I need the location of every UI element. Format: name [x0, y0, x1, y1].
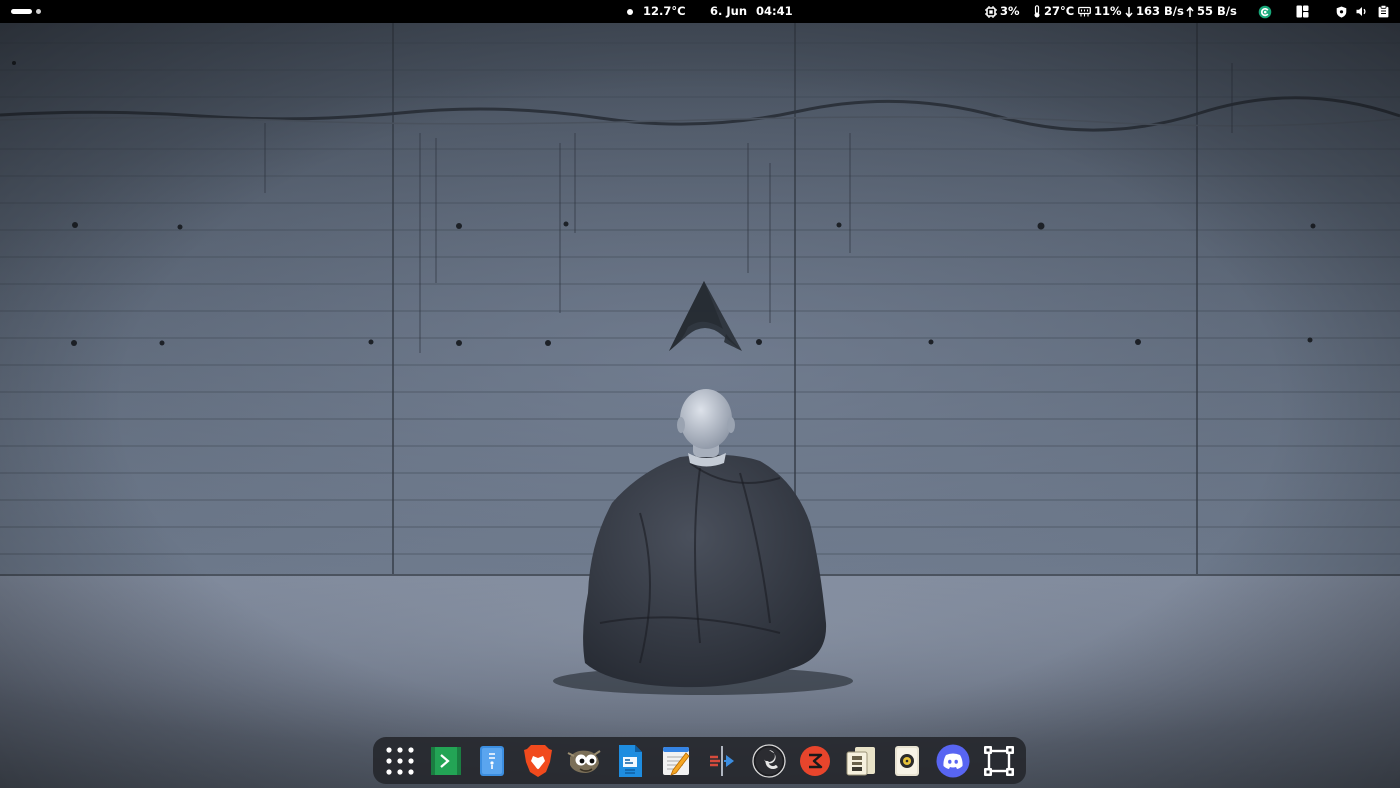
- gimp-icon: [567, 749, 601, 773]
- workspace-indicator-active[interactable]: [11, 9, 32, 14]
- dock-app-meld[interactable]: [702, 741, 742, 781]
- clock[interactable]: 6. Jun 04:41: [710, 0, 793, 23]
- dock-app-rhythmbox[interactable]: [887, 741, 927, 781]
- download-arrow-icon: [1125, 6, 1133, 18]
- tiling-layout-icon: [1296, 5, 1309, 18]
- brave-lion-icon: [524, 744, 553, 777]
- volume-control[interactable]: [1356, 0, 1371, 23]
- memory-icon: [1078, 6, 1091, 17]
- weather-temperature[interactable]: 12.7°C: [643, 0, 686, 23]
- dock-app-window-manager[interactable]: [979, 741, 1019, 781]
- dock-app-archive-manager[interactable]: [841, 741, 881, 781]
- thermometer-icon: [1034, 5, 1040, 18]
- red-circle-app-icon: [799, 745, 830, 776]
- file-manager-icon: [480, 745, 505, 776]
- cpu-icon: [985, 5, 997, 18]
- diff-compare-icon: [710, 745, 735, 776]
- layout-switcher[interactable]: [1296, 0, 1312, 23]
- vpn-status[interactable]: [1336, 0, 1350, 23]
- cpu-value: 3%: [1000, 4, 1020, 18]
- archive-icon: [846, 746, 875, 775]
- terminal-icon: [431, 746, 462, 775]
- dock-app-text-editor[interactable]: [656, 741, 696, 781]
- memory-value: 11%: [1094, 4, 1122, 18]
- text-editor-icon: [663, 746, 690, 776]
- memory-usage[interactable]: 11%: [1078, 0, 1122, 23]
- tray-app-icon[interactable]: [1258, 0, 1275, 23]
- app-grid-icon: [386, 746, 414, 775]
- window-frame-icon: [983, 745, 1014, 776]
- dock-app-red[interactable]: [795, 741, 835, 781]
- network-upload[interactable]: 55 B/s: [1186, 0, 1237, 23]
- network-download[interactable]: 163 B/s: [1125, 0, 1184, 23]
- dock-app-gimp[interactable]: [564, 741, 604, 781]
- dock-app-document-viewer[interactable]: [610, 741, 650, 781]
- clipboard-indicator[interactable]: [1378, 0, 1392, 23]
- dock-app-discord[interactable]: [933, 741, 973, 781]
- shield-icon: [1336, 6, 1347, 18]
- temperature-sensor[interactable]: 27°C: [1033, 0, 1074, 23]
- discord-icon: [936, 744, 970, 777]
- dock-app-obs[interactable]: [749, 741, 789, 781]
- date-label: 6. Jun: [710, 4, 748, 18]
- download-rate: 163 B/s: [1136, 4, 1184, 18]
- obs-icon: [751, 743, 786, 778]
- dock-app-terminal[interactable]: [426, 741, 466, 781]
- upload-arrow-icon: [1186, 5, 1194, 17]
- dock: [373, 737, 1026, 784]
- green-swirl-icon: [1258, 5, 1272, 18]
- dock-app-files[interactable]: [472, 741, 512, 781]
- dock-app-brave[interactable]: [518, 741, 558, 781]
- desktop-wallpaper: [0, 23, 1400, 788]
- time-label: 04:41: [756, 4, 793, 18]
- top-panel: 12.7°C 6. Jun 04:41 3% 27°C 11% 163 B/s …: [0, 0, 1400, 23]
- weather-icon: [627, 9, 633, 15]
- music-player-icon: [894, 745, 919, 776]
- temperature-value: 27°C: [1044, 4, 1075, 18]
- clipboard-icon: [1378, 5, 1389, 18]
- speaker-icon: [1356, 7, 1366, 16]
- cpu-usage[interactable]: 3%: [985, 0, 1020, 23]
- show-apps-button[interactable]: [380, 741, 420, 781]
- document-icon: [619, 744, 643, 777]
- upload-rate: 55 B/s: [1197, 4, 1237, 18]
- workspace-indicator[interactable]: [36, 9, 41, 14]
